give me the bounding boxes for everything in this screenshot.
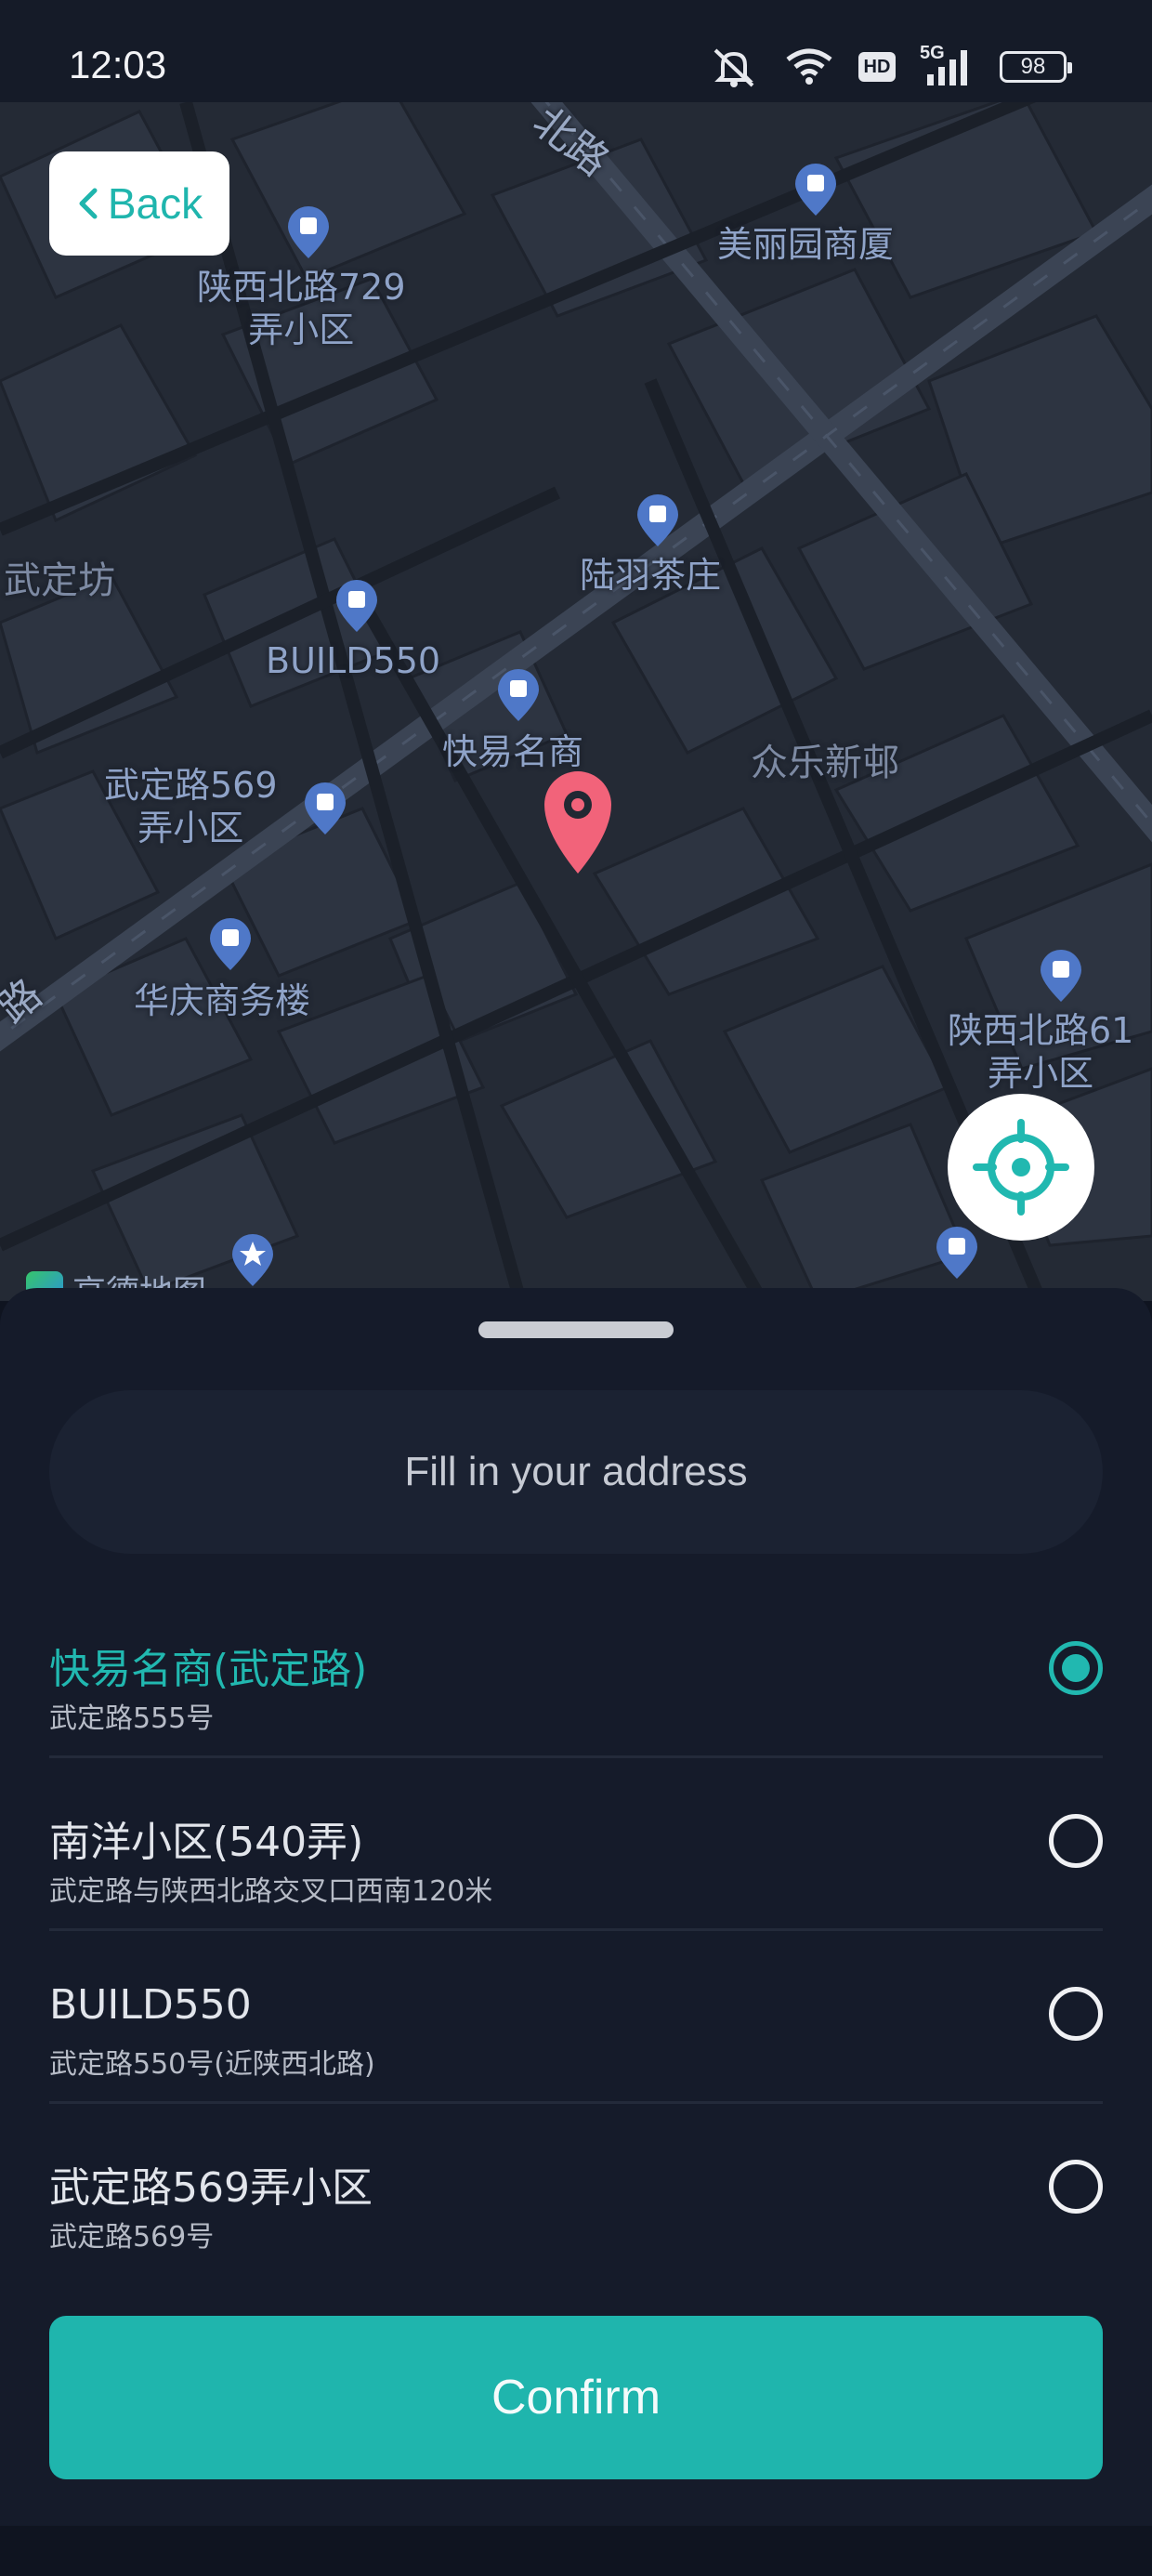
address-list-item[interactable]: 武定路569弄小区 武定路569号 [49, 2104, 1103, 2277]
crosshair-icon [973, 1119, 1069, 1216]
poi-marker-icon[interactable] [284, 204, 333, 260]
battery-indicator: 98 [1000, 51, 1072, 83]
area-label-zhongle: 众乐新邨 [751, 742, 899, 784]
wifi-icon [786, 48, 832, 85]
address-radio-selected[interactable] [1049, 1641, 1103, 1695]
poi-label-shaanxi61: 陕西北路61 弄小区 [948, 1010, 1134, 1094]
address-detail: 武定路569号 [49, 2221, 215, 2254]
poi-marker-icon[interactable] [634, 493, 682, 548]
area-label-wudingfang: 武定坊 [4, 559, 115, 602]
address-radio[interactable] [1049, 1814, 1103, 1868]
address-radio[interactable] [1049, 1987, 1103, 2041]
poi-label-build550: BUILD550 [266, 640, 441, 681]
address-list-item[interactable]: 快易名商(武定路) 武定路555号 [49, 1585, 1103, 1758]
status-time: 12:03 [69, 43, 167, 86]
address-name: 武定路569弄小区 [49, 2164, 373, 2212]
confirm-button[interactable]: Confirm [49, 2316, 1103, 2479]
poi-label-meiliyuan: 美丽园商厦 [717, 224, 895, 265]
poi-marker-icon[interactable] [301, 781, 349, 836]
selected-location-pin-icon [544, 771, 611, 874]
poi-label-shaanxi729: 陕西北路729 弄小区 [197, 267, 406, 350]
address-detail: 武定路555号 [49, 1702, 215, 1735]
address-name: 快易名商(武定路) [49, 1646, 368, 1693]
poi-label-luyu: 陆羽茶庄 [580, 555, 722, 596]
poi-marker-icon[interactable] [206, 916, 255, 972]
system-navigation-bar [0, 2526, 1152, 2576]
map-view[interactable]: 北路 路 陕西北路729 弄小区 美丽园商厦 陆羽茶庄 BUILD550 快易名… [0, 102, 1152, 1301]
sheet-drag-handle[interactable] [478, 1321, 674, 1338]
address-search-input[interactable] [49, 1390, 1103, 1554]
status-icons: HD 5G 98 [708, 43, 1072, 87]
address-radio[interactable] [1049, 2160, 1103, 2214]
address-name: BUILD550 [49, 1981, 252, 2029]
poi-marker-icon[interactable] [792, 162, 840, 217]
poi-label-huaqing: 华庆商务楼 [134, 980, 311, 1021]
poi-star-marker-icon[interactable] [229, 1232, 277, 1288]
address-detail: 武定路与陕西北路交叉口西南120米 [49, 1875, 493, 1908]
poi-marker-icon[interactable] [494, 667, 543, 723]
locate-me-button[interactable] [948, 1094, 1094, 1241]
poi-marker-icon[interactable] [933, 1225, 981, 1281]
chevron-left-icon [79, 188, 98, 219]
poi-marker-icon[interactable] [1037, 948, 1085, 1004]
address-list: 快易名商(武定路) 武定路555号 南洋小区(540弄) 武定路与陕西北路交叉口… [49, 1585, 1103, 2277]
back-button[interactable]: Back [49, 151, 229, 256]
mute-notification-icon [713, 48, 754, 87]
hd-icon: HD [858, 52, 896, 82]
address-detail: 武定路550号(近陕西北路) [49, 2048, 375, 2081]
signal-icon: 5G [920, 43, 975, 85]
address-bottom-sheet: 快易名商(武定路) 武定路555号 南洋小区(540弄) 武定路与陕西北路交叉口… [0, 1288, 1152, 2526]
poi-label-wuding569: 武定路569 弄小区 [104, 765, 278, 848]
poi-marker-icon[interactable] [333, 578, 381, 634]
back-label: Back [107, 179, 203, 228]
address-list-item[interactable]: BUILD550 武定路550号(近陕西北路) [49, 1931, 1103, 2104]
address-list-item[interactable]: 南洋小区(540弄) 武定路与陕西北路交叉口西南120米 [49, 1758, 1103, 1931]
address-name: 南洋小区(540弄) [49, 1819, 364, 1866]
status-bar: 12:03 HD 5G 98 [0, 0, 1152, 102]
